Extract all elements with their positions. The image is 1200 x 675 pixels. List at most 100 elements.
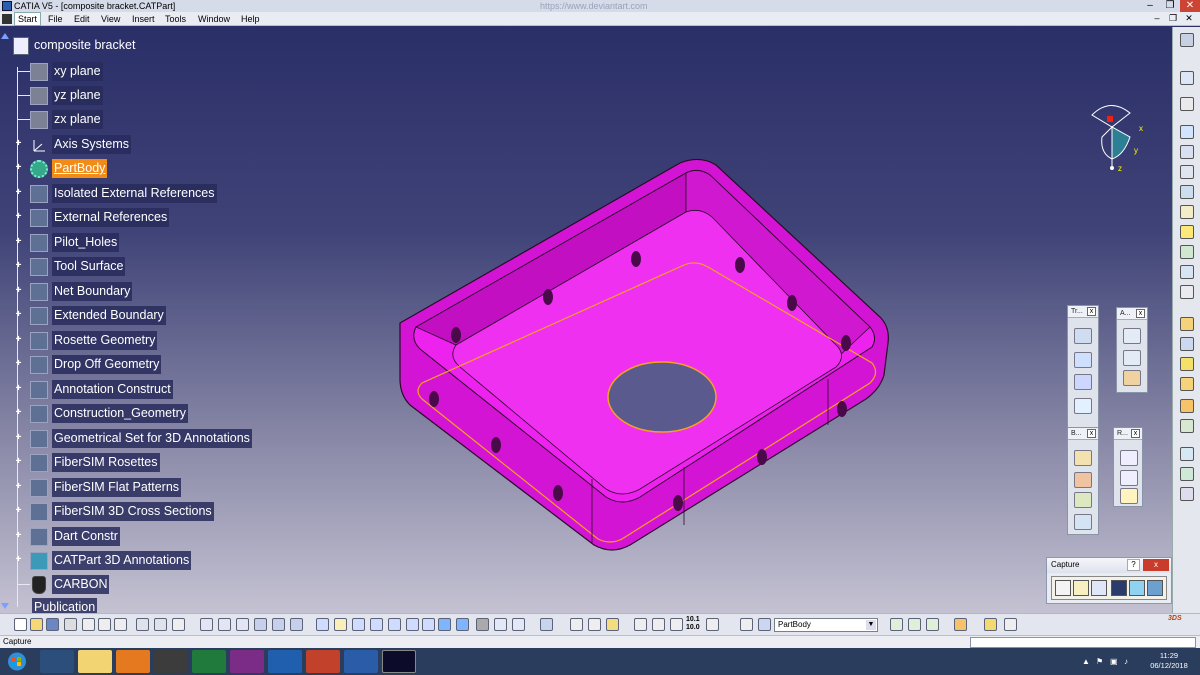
zoom-ratio-top[interactable]: 10.1 (686, 616, 700, 624)
pan-icon[interactable] (352, 618, 365, 631)
volume-icon[interactable]: ♪ (1124, 657, 1133, 666)
chamfer-icon[interactable] (1180, 245, 1194, 259)
menu-window[interactable]: Window (195, 12, 233, 26)
thickness-icon[interactable] (1180, 337, 1194, 351)
whats-this-icon[interactable] (172, 618, 185, 631)
expand-icon[interactable]: + (14, 531, 23, 541)
windows-start-icon[interactable] (2, 650, 32, 673)
doc-restore-icon[interactable]: ❐ (1166, 13, 1180, 24)
rotate-icon[interactable] (370, 618, 383, 631)
swap-space-icon[interactable] (494, 618, 507, 631)
excel-icon[interactable] (192, 650, 226, 673)
doc-minimize-icon[interactable]: – (1150, 13, 1164, 24)
command-input[interactable] (970, 637, 1196, 648)
copy-icon[interactable] (98, 618, 111, 631)
snap-icon[interactable] (706, 618, 719, 631)
redo-icon[interactable] (154, 618, 167, 631)
tree-root-label[interactable]: composite bracket (34, 38, 135, 52)
file-explorer-icon[interactable] (78, 650, 112, 673)
scaling-icon[interactable] (1074, 398, 1092, 414)
record-icon[interactable] (1055, 580, 1071, 596)
normal-view-icon[interactable] (422, 618, 435, 631)
grid-icon[interactable] (1180, 487, 1194, 501)
assemble-icon[interactable] (1074, 450, 1092, 466)
close-surface-icon[interactable] (1180, 377, 1194, 391)
geometric-set-icon[interactable] (908, 618, 921, 631)
catalog-icon[interactable] (984, 618, 997, 631)
expand-icon[interactable]: + (14, 335, 23, 345)
part-design-icon[interactable] (1180, 33, 1194, 47)
catia-logo-icon[interactable] (2, 14, 12, 24)
part-document-icon[interactable] (13, 37, 29, 55)
split-icon[interactable] (1180, 317, 1194, 331)
point-icon[interactable] (1120, 450, 1138, 466)
expand-icon[interactable]: + (14, 457, 23, 467)
body-icon[interactable] (606, 618, 619, 631)
tree-scroll-up-icon[interactable] (1, 33, 9, 39)
powerpoint-icon[interactable] (306, 650, 340, 673)
symmetry-icon[interactable] (1074, 352, 1092, 368)
minimize-icon[interactable]: – (1140, 0, 1160, 12)
current-body-select[interactable]: PartBody ▼ (774, 618, 878, 632)
text-annotation-icon[interactable] (1123, 328, 1141, 344)
expand-icon[interactable]: + (14, 359, 23, 369)
expand-icon[interactable]: + (14, 212, 23, 222)
measure-between-icon[interactable] (652, 618, 665, 631)
expand-icon[interactable]: + (14, 286, 23, 296)
close-icon[interactable]: ✕ (1180, 0, 1200, 12)
help-icon[interactable]: ? (1127, 559, 1140, 571)
analysis-icon[interactable] (1180, 419, 1194, 433)
doc-close-icon[interactable]: ✕ (1182, 13, 1196, 24)
onenote-icon[interactable] (230, 650, 264, 673)
toolbar-close-icon[interactable]: x (1136, 309, 1145, 318)
tray-arrow-icon[interactable]: ▲ (1082, 657, 1091, 666)
outlook-icon[interactable] (268, 650, 302, 673)
pattern-icon[interactable] (1074, 374, 1092, 390)
apply-material-icon[interactable] (1180, 447, 1194, 461)
toolbar-close-icon[interactable]: x (1087, 429, 1096, 438)
fly-mode-icon[interactable] (316, 618, 329, 631)
expand-icon[interactable]: + (14, 433, 23, 443)
law-icon[interactable] (272, 618, 285, 631)
expand-icon[interactable]: + (14, 163, 23, 173)
menu-edit[interactable]: Edit (71, 12, 93, 26)
intersect-icon[interactable] (1074, 492, 1092, 508)
rib-icon[interactable] (1180, 205, 1194, 219)
system-clock[interactable]: 11:29 06/12/2018 (1140, 651, 1198, 671)
album-icon[interactable] (1129, 580, 1145, 596)
settings-capture-icon[interactable] (1147, 580, 1163, 596)
hole-icon[interactable] (1180, 185, 1194, 199)
shaft-icon[interactable] (1180, 165, 1194, 179)
shading-icon[interactable] (456, 618, 469, 631)
expand-icon[interactable]: + (14, 482, 23, 492)
word-icon[interactable] (344, 650, 378, 673)
expand-icon[interactable]: + (14, 188, 23, 198)
line-icon[interactable] (1120, 470, 1138, 486)
fillet-icon[interactable] (1180, 225, 1194, 239)
paste-icon[interactable] (114, 618, 127, 631)
translation-icon[interactable] (1074, 328, 1092, 344)
hide-show-icon[interactable] (476, 618, 489, 631)
tree-scroll-down-icon[interactable] (1, 603, 9, 609)
new-icon[interactable] (14, 618, 27, 631)
dimension-icon[interactable] (1123, 370, 1141, 386)
capture-close-icon[interactable]: x (1143, 559, 1169, 571)
ordered-set-icon[interactable] (926, 618, 939, 631)
zoom-in-icon[interactable] (388, 618, 401, 631)
sew-icon[interactable] (1180, 357, 1194, 371)
expand-icon[interactable]: + (14, 139, 23, 149)
print-icon[interactable] (64, 618, 77, 631)
select-mode-icon[interactable] (1073, 580, 1089, 596)
media-player-icon[interactable] (116, 650, 150, 673)
pocket-icon[interactable] (1180, 145, 1194, 159)
open-icon[interactable] (30, 618, 43, 631)
expand-icon[interactable]: + (14, 408, 23, 418)
compass-icon[interactable]: x y z (1080, 77, 1150, 177)
expand-icon[interactable]: + (14, 555, 23, 565)
expand-icon[interactable]: + (14, 310, 23, 320)
comment-icon[interactable] (236, 618, 249, 631)
eraser-icon[interactable] (758, 618, 771, 631)
measure-icon[interactable] (1180, 399, 1194, 413)
pad-icon[interactable] (1180, 125, 1194, 139)
save-icon[interactable] (46, 618, 59, 631)
